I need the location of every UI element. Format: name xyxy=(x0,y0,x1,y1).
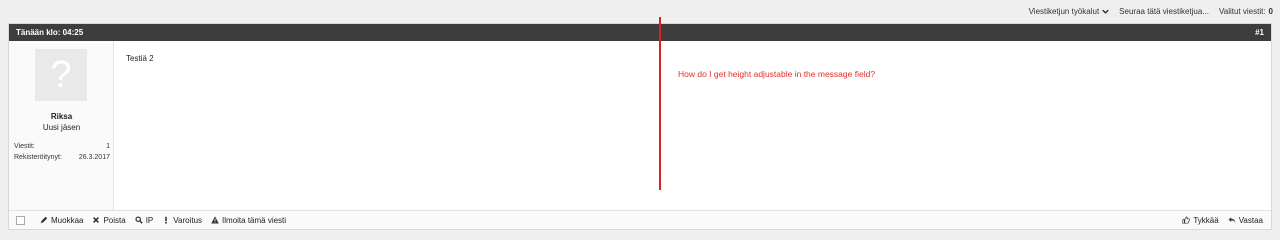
registered-value: 26.3.2017 xyxy=(78,154,110,161)
posts-label: Viestit: xyxy=(14,143,35,150)
thread-tools-menu[interactable]: Viestiketjun työkalut xyxy=(1029,7,1110,16)
like-label: Tykkää xyxy=(1193,215,1219,225)
report-label: Ilmoita tämä viesti xyxy=(222,215,287,225)
follow-thread-link[interactable]: Seuraa tätä viestiketjua... xyxy=(1119,7,1209,16)
post-container: Tänään klo: 04:25 #1 ? Riksa Uusi jäsen … xyxy=(8,23,1272,230)
thumbs-up-icon xyxy=(1182,216,1191,224)
exclamation-icon xyxy=(165,216,168,224)
post-number-link[interactable]: #1 xyxy=(1255,28,1264,37)
reply-label: Vastaa xyxy=(1238,215,1263,225)
avatar[interactable]: ? xyxy=(35,49,87,101)
chevron-down-icon xyxy=(1102,9,1109,14)
post-header: Tänään klo: 04:25 #1 xyxy=(9,24,1271,41)
post-timestamp: Tänään klo: 04:25 xyxy=(16,28,84,37)
post-body: ? Riksa Uusi jäsen Viestit: 1 Rekisteröi… xyxy=(9,41,1271,211)
post-message: Testiä 2 xyxy=(126,54,154,63)
select-post-checkbox[interactable] xyxy=(16,215,25,225)
warning-label: Varoitus xyxy=(173,215,203,225)
registered-label: Rekisteröitynyt: xyxy=(14,154,62,161)
warning-button[interactable]: Varoitus xyxy=(162,216,202,225)
reply-button[interactable]: Vastaa xyxy=(1228,216,1263,225)
user-title: Uusi jäsen xyxy=(42,123,81,132)
report-button[interactable]: Ilmoita tämä viesti xyxy=(211,216,286,225)
warning-triangle-icon xyxy=(211,216,219,224)
ip-button[interactable]: IP xyxy=(135,215,154,225)
user-posts-stat: Viestit: 1 xyxy=(14,143,110,150)
reply-icon xyxy=(1228,217,1236,223)
selected-posts-count: 0 xyxy=(1268,6,1273,16)
follow-thread-label: Seuraa tätä viestiketjua... xyxy=(1119,6,1209,16)
user-registered-stat: Rekisteröitynyt: 26.3.2017 xyxy=(14,154,110,161)
post-actions-right: Tykkää Vastaa xyxy=(1182,216,1263,225)
delete-button[interactable]: Poista xyxy=(92,215,126,225)
edit-button[interactable]: Muokkaa xyxy=(40,216,83,225)
annotation-line xyxy=(659,17,661,190)
selected-posts[interactable]: Valitut viestit: 0 xyxy=(1219,7,1273,16)
user-info-panel: ? Riksa Uusi jäsen Viestit: 1 Rekisteröi… xyxy=(9,41,114,211)
like-button[interactable]: Tykkää xyxy=(1182,215,1219,225)
close-icon xyxy=(93,217,100,223)
avatar-placeholder-icon: ? xyxy=(50,53,72,96)
selected-posts-label: Valitut viestit: xyxy=(1219,6,1266,16)
posts-value: 1 xyxy=(106,143,110,150)
post-footer: Muokkaa Poista IP Varoitus Ilmoita tämä … xyxy=(9,210,1271,229)
username-link[interactable]: Riksa xyxy=(9,112,114,121)
pencil-icon xyxy=(40,216,48,224)
annotation-text: How do I get height adjustable in the me… xyxy=(678,69,876,79)
thread-tools-label: Viestiketjun työkalut xyxy=(1028,6,1100,16)
thread-toolbar: Viestiketjun työkalut Seuraa tätä viesti… xyxy=(0,0,1280,22)
delete-label: Poista xyxy=(103,215,126,225)
search-icon xyxy=(135,216,143,224)
ip-label: IP xyxy=(145,215,154,225)
post-actions-left: Muokkaa Poista IP Varoitus Ilmoita tämä … xyxy=(16,215,286,225)
edit-label: Muokkaa xyxy=(51,215,84,225)
